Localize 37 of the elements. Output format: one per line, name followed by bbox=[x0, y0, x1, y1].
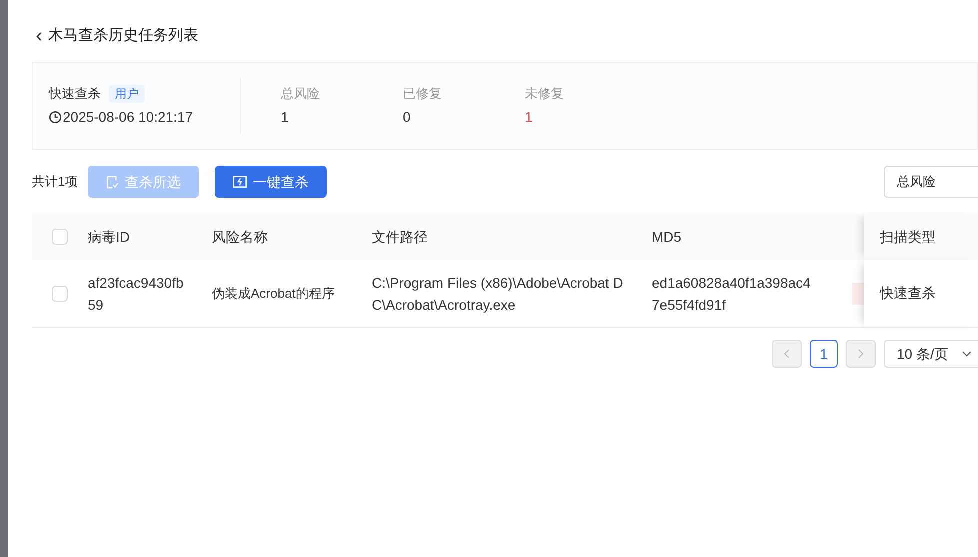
scan-time: 2025-08-06 10:21:17 bbox=[63, 108, 193, 127]
stat-label: 未修复 bbox=[525, 84, 565, 103]
chevron-down-icon bbox=[962, 351, 972, 357]
chevron-right-icon bbox=[858, 349, 864, 359]
page-size-select[interactable]: 10 条/页 bbox=[884, 340, 978, 368]
scan-type-label: 快速查杀 bbox=[49, 85, 101, 104]
stat-label: 已修复 bbox=[403, 84, 443, 103]
checkbox[interactable] bbox=[52, 229, 68, 245]
status-tag bbox=[852, 282, 864, 304]
column-header: 风险名称 bbox=[212, 228, 268, 244]
previous-page-button[interactable] bbox=[772, 340, 802, 368]
next-page-button[interactable] bbox=[846, 340, 876, 368]
back-button[interactable]: ‹ bbox=[36, 26, 43, 46]
table-cell-text: 快速查杀 bbox=[880, 284, 936, 303]
table-cell-text: 伪装成Acrobat的程序 bbox=[212, 284, 336, 302]
stat-label: 总风险 bbox=[281, 84, 321, 103]
table-cell-text: C:\Program Files (x86)\Adobe\Acrobat DC\Acrobat\Acrotray.exe bbox=[372, 274, 624, 315]
stat-value: 1 bbox=[281, 108, 290, 128]
checkbox[interactable] bbox=[52, 286, 68, 302]
user-tag: 用户 bbox=[109, 85, 145, 103]
page-title: 木马查杀历史任务列表 bbox=[48, 26, 199, 46]
stat-value: 1 bbox=[525, 108, 534, 128]
bolt-box-icon[interactable] bbox=[233, 176, 248, 188]
column-header: 病毒ID bbox=[88, 228, 130, 244]
sort-select[interactable]: 总风险 bbox=[884, 166, 978, 198]
column-header: 扫描类型 bbox=[880, 228, 936, 246]
total-count: 共计1项 bbox=[32, 173, 78, 192]
stat-value: 0 bbox=[403, 108, 412, 128]
document-check-icon bbox=[106, 176, 120, 188]
table-cell-text: af23fcac9430fb59 bbox=[88, 274, 185, 314]
column-header: 文件路径 bbox=[372, 228, 428, 244]
chevron-left-icon bbox=[784, 349, 790, 359]
clock-icon bbox=[49, 110, 62, 124]
column-header: MD5 bbox=[652, 228, 682, 244]
action-button[interactable]: 一键查杀 bbox=[215, 166, 328, 198]
table-cell-text: ed1a60828a40f1a398ac47e55f4fd91f bbox=[652, 274, 812, 314]
page-button[interactable]: 1 bbox=[810, 340, 838, 368]
